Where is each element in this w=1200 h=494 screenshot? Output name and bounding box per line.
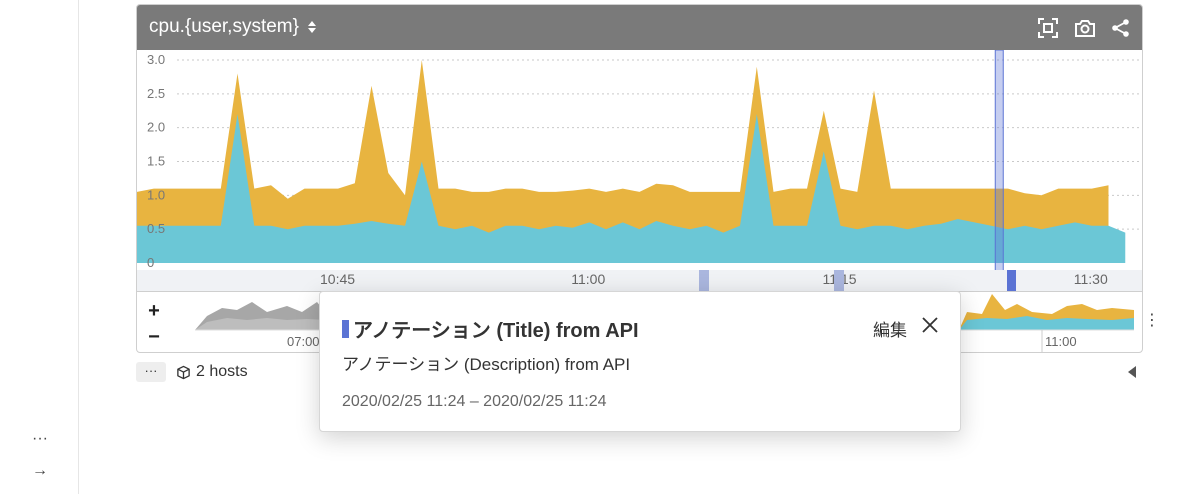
annotation-band[interactable] xyxy=(994,50,1004,291)
left-rail-divider xyxy=(78,0,79,494)
zoom-out-button[interactable]: − xyxy=(143,326,165,348)
sidebar-more-button[interactable]: ··· xyxy=(26,428,54,450)
annotation-description: アノテーション (Description) from API xyxy=(342,355,631,374)
annotation-marker[interactable] xyxy=(834,270,844,291)
navigator-time-label: 11:00 xyxy=(1045,334,1077,349)
y-tick-label: 1.5 xyxy=(147,154,165,169)
navigator-gray-area xyxy=(195,302,327,330)
footer-ellipsis-button[interactable]: ··· xyxy=(136,362,166,382)
y-tick-label: 0 xyxy=(147,255,154,270)
annotation-popup: アノテーション (Title) from API 編集 アノテーション (Des… xyxy=(319,291,961,432)
y-tick-label: 0.5 xyxy=(147,221,165,236)
camera-icon[interactable] xyxy=(1074,17,1096,39)
annotation-period: 2020/02/25 11:24 – 2020/02/25 11:24 xyxy=(342,393,607,410)
annotation-color-mark xyxy=(342,319,349,338)
y-tick-label: 1.0 xyxy=(147,187,165,202)
sidebar-expand-button[interactable]: → xyxy=(26,460,54,482)
x-tick-label: 11:30 xyxy=(1074,271,1108,287)
collapse-left-icon[interactable] xyxy=(1126,365,1138,379)
cube-icon xyxy=(177,365,190,379)
annotation-marker[interactable] xyxy=(1007,270,1016,291)
y-tick-label: 2.5 xyxy=(147,86,165,101)
annotation-edit-button[interactable]: 編集 xyxy=(873,316,907,341)
panel-more-menu[interactable]: ⋮ xyxy=(1144,312,1160,330)
hosts-link[interactable]: 2 hosts xyxy=(176,363,248,381)
series-system-area xyxy=(137,114,1126,263)
x-tick-label: 10:45 xyxy=(320,271,355,287)
hosts-label: 2 hosts xyxy=(196,363,248,380)
y-tick-label: 2.0 xyxy=(147,120,165,135)
navigator-system-area xyxy=(959,316,1134,330)
close-icon[interactable] xyxy=(920,315,940,335)
x-axis-band xyxy=(137,270,1142,291)
sort-icon xyxy=(307,21,316,33)
navigator-time-label: 07:00 xyxy=(287,334,320,349)
fullscreen-icon[interactable] xyxy=(1037,17,1059,39)
zoom-in-button[interactable]: + xyxy=(143,300,165,322)
annotation-title: アノテーション (Title) from API xyxy=(342,314,639,343)
annotation-marker[interactable] xyxy=(699,270,709,291)
panel-title-selector[interactable]: cpu.{user,system} xyxy=(149,16,317,38)
panel-title: cpu.{user,system} xyxy=(149,16,299,37)
x-tick-label: 11:00 xyxy=(571,271,605,287)
navigator-gray-lower xyxy=(195,318,327,330)
panel-footer: ··· 2 hosts xyxy=(136,362,248,382)
share-icon[interactable] xyxy=(1110,17,1132,39)
annotation-title-text: アノテーション (Title) from API xyxy=(353,320,639,342)
y-tick-label: 3.0 xyxy=(147,52,165,67)
cpu-area-chart[interactable]: 00.51.01.52.02.53.0 10:4511:0011:1511:30 xyxy=(137,50,1142,291)
panel-header: cpu.{user,system} xyxy=(137,5,1142,50)
navigator-user-area xyxy=(959,294,1134,330)
